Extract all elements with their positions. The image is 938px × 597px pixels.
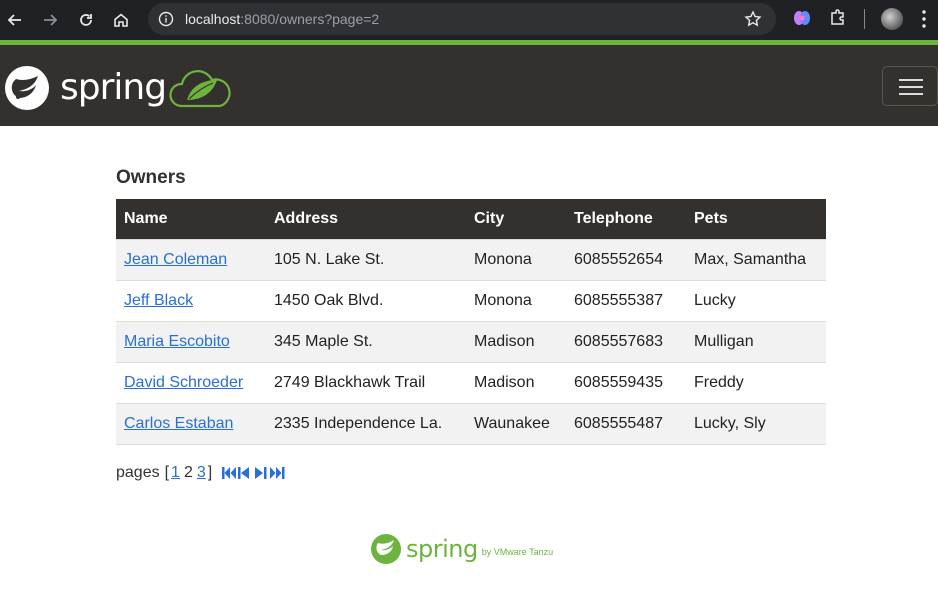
- owner-name-cell: Maria Escobito: [116, 320, 266, 362]
- spring-logo-icon: [5, 66, 49, 110]
- pagination-controls: [222, 466, 286, 480]
- hamburger-icon: [899, 79, 923, 81]
- next-page-icon[interactable]: [254, 466, 269, 480]
- owner-name-cell: Carlos Estaban: [116, 402, 266, 445]
- first-page-icon[interactable]: [222, 466, 237, 480]
- owner-pets: Freddy: [686, 361, 826, 403]
- url-host: localhost: [185, 11, 241, 27]
- app-navbar: spring: [0, 45, 938, 126]
- pagination-close-bracket: ]: [207, 464, 213, 481]
- footer-wordmark: spring: [406, 535, 478, 563]
- column-header-city: City: [474, 209, 505, 227]
- owner-address: 105 N. Lake St.: [266, 238, 466, 280]
- back-button[interactable]: [1, 6, 29, 34]
- owner-address: 2749 Blackhawk Trail: [266, 361, 466, 403]
- home-icon: [114, 13, 128, 27]
- url-text[interactable]: localhost:8080/owners?page=2: [185, 11, 379, 27]
- page-title: Owners: [116, 167, 186, 188]
- spring-footer-logo-icon: [371, 534, 401, 564]
- footer-byline: by VMware Tanzu: [481, 547, 554, 557]
- column-header-telephone: Telephone: [574, 209, 653, 227]
- table-row: David Schroeder 2749 Blackhawk Trail Mad…: [116, 361, 826, 403]
- table-header: Name Address City Telephone Pets: [116, 199, 826, 239]
- profile-avatar[interactable]: [881, 8, 903, 30]
- owner-city: Madison: [466, 361, 566, 403]
- navbar-toggle-button[interactable]: [882, 66, 938, 106]
- owner-telephone: 6085557683: [566, 320, 686, 362]
- back-arrow-icon: [7, 14, 21, 26]
- owner-link[interactable]: Jeff Black: [124, 292, 193, 309]
- owner-pets: Mulligan: [686, 320, 826, 362]
- column-header-pets: Pets: [694, 209, 728, 227]
- pagination-label: pages: [116, 464, 160, 481]
- last-page-icon[interactable]: [270, 466, 285, 480]
- table-body: Jean Coleman 105 N. Lake St. Monona 6085…: [116, 238, 826, 445]
- page-current: 2: [183, 464, 193, 481]
- footer-logo: spring by VMware Tanzu: [370, 533, 553, 565]
- page-link-1[interactable]: 1: [171, 464, 180, 482]
- menu-dots-icon[interactable]: [922, 10, 926, 28]
- extension-icon[interactable]: [793, 8, 811, 28]
- home-button[interactable]: [107, 6, 135, 34]
- table-row: Jeff Black 1450 Oak Blvd. Monona 6085555…: [116, 279, 826, 321]
- table-row: Carlos Estaban 2335 Independence La. Wau…: [116, 402, 826, 445]
- owner-city: Monona: [466, 238, 566, 280]
- toolbar-separator: [864, 9, 865, 29]
- owner-link[interactable]: David Schroeder: [124, 374, 243, 391]
- site-info-icon[interactable]: [158, 11, 174, 27]
- owner-link[interactable]: Maria Escobito: [124, 333, 230, 350]
- bookmark-star-icon[interactable]: [744, 10, 762, 28]
- url-path: :8080/owners?page=2: [240, 11, 380, 27]
- page-link-3[interactable]: 3: [197, 464, 206, 482]
- owner-telephone: 6085559435: [566, 361, 686, 403]
- forward-arrow-icon: [44, 14, 58, 26]
- owner-pets: Max, Samantha: [686, 238, 826, 280]
- address-bar[interactable]: localhost:8080/owners?page=2: [148, 3, 776, 35]
- owner-pets: Lucky: [686, 279, 826, 321]
- hamburger-icon-middle: [899, 86, 923, 88]
- owner-link[interactable]: Jean Coleman: [124, 251, 227, 268]
- owner-link[interactable]: Carlos Estaban: [124, 415, 233, 432]
- cloud-leaf-icon: [169, 70, 231, 108]
- pagination: pages [ 1 2 3 ]: [116, 464, 286, 482]
- owner-telephone: 6085555487: [566, 402, 686, 445]
- owner-name-cell: Jean Coleman: [116, 238, 266, 280]
- browser-toolbar: localhost:8080/owners?page=2: [0, 0, 938, 40]
- owner-address: 1450 Oak Blvd.: [266, 279, 466, 321]
- brand-link[interactable]: spring: [4, 65, 167, 111]
- brand-wordmark: spring: [60, 67, 167, 108]
- forward-button[interactable]: [36, 6, 64, 34]
- table-row: Jean Coleman 105 N. Lake St. Monona 6085…: [116, 238, 826, 280]
- owner-telephone: 6085555387: [566, 279, 686, 321]
- pagination-open-bracket: [: [164, 464, 170, 481]
- owner-telephone: 6085552654: [566, 238, 686, 280]
- owner-address: 345 Maple St.: [266, 320, 466, 362]
- header-row: Name Address City Telephone Pets: [116, 199, 826, 239]
- reload-icon: [80, 14, 92, 26]
- owner-name-cell: Jeff Black: [116, 279, 266, 321]
- column-header-name: Name: [124, 209, 168, 227]
- hamburger-icon-bottom: [899, 93, 923, 95]
- owner-city: Waunakee: [466, 402, 566, 445]
- puzzle-icon[interactable]: [829, 8, 847, 26]
- owner-address: 2335 Independence La.: [266, 402, 466, 445]
- reload-button[interactable]: [72, 6, 100, 34]
- owners-table: Name Address City Telephone Pets Jean Co…: [116, 199, 826, 445]
- prev-page-icon[interactable]: [238, 466, 253, 480]
- owner-city: Monona: [466, 279, 566, 321]
- owner-name-cell: David Schroeder: [116, 361, 266, 403]
- table-row: Maria Escobito 345 Maple St. Madison 608…: [116, 320, 826, 362]
- owner-pets: Lucky, Sly: [686, 402, 826, 445]
- column-header-address: Address: [274, 209, 339, 227]
- owner-city: Madison: [466, 320, 566, 362]
